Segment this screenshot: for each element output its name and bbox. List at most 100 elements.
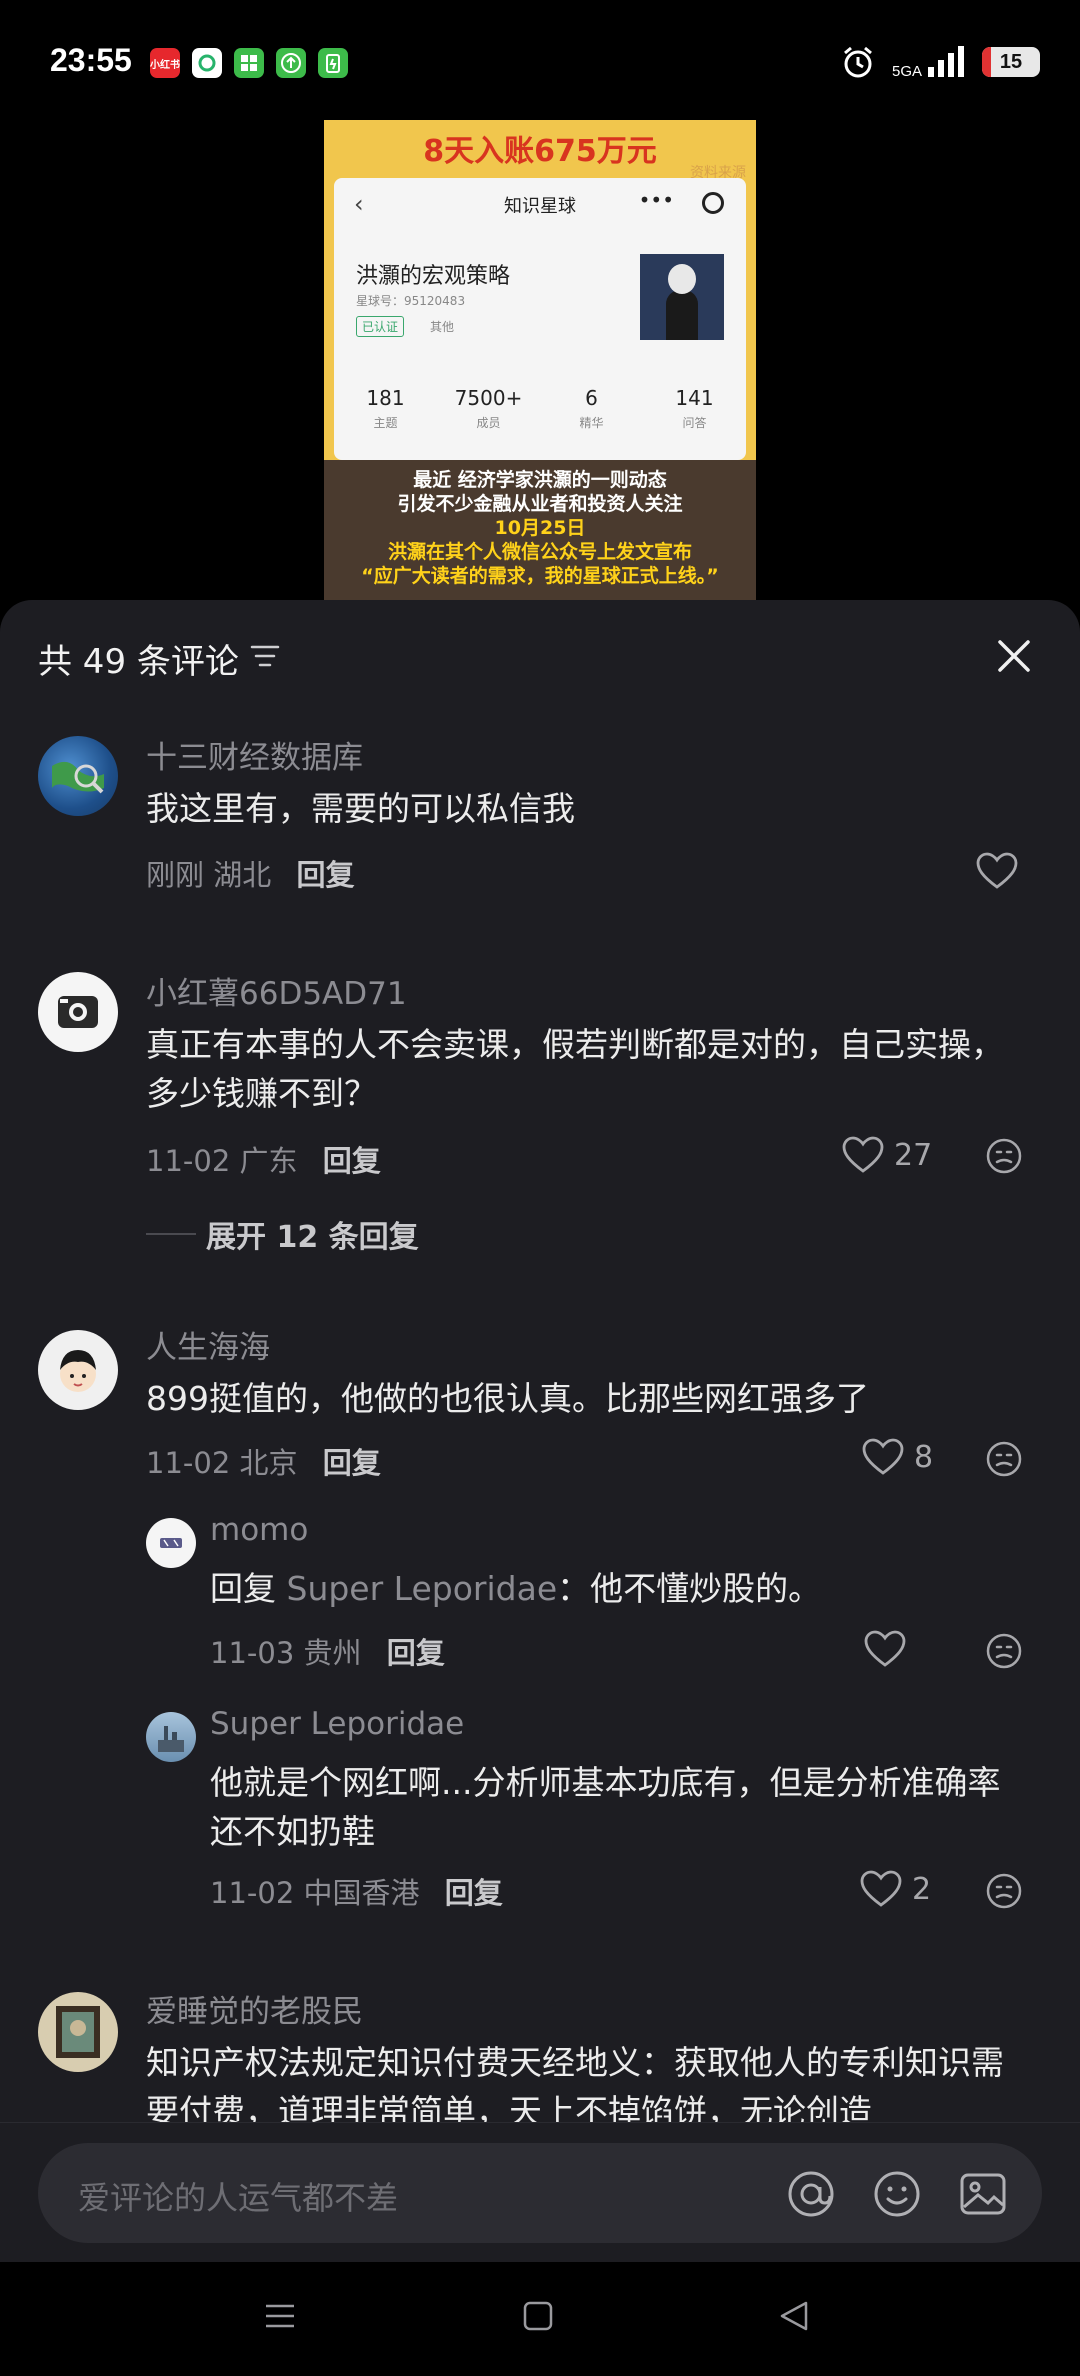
like-button[interactable] [864, 1630, 906, 1668]
dislike-icon[interactable] [985, 1872, 1023, 1910]
menu-nav-icon[interactable] [262, 2298, 298, 2334]
signal-icon [928, 46, 964, 77]
reply-meta: 11-03 贵州 回复 [210, 1630, 445, 1672]
comment-time: 刚刚 [146, 858, 205, 892]
comment-time: 11-02 [146, 1144, 231, 1178]
comment-sheet: 共 49 条评论 十三财经数据库 我这里有，需要的可以私信我 刚刚 湖北 回复 … [0, 600, 1080, 2262]
avatar[interactable] [146, 1712, 196, 1762]
reply-button[interactable]: 回复 [445, 1876, 503, 1910]
target-icon [702, 192, 724, 214]
comment-username[interactable]: 人生海海 [146, 1322, 270, 1367]
comment-location: 北京 [239, 1446, 298, 1480]
battery-indicator: 15 [982, 47, 1040, 77]
comment-text: 真正有本事的人不会卖课，假若判断都是对的，自己实操，多少钱赚不到？ [146, 1025, 1004, 1113]
battery-level: 15 [999, 50, 1023, 73]
like-count: 8 [914, 1439, 934, 1475]
comment-time: 11-02 [146, 1446, 231, 1480]
reply-target-username[interactable]: Super Leporidae [287, 1569, 558, 1608]
like-button[interactable]: 8 [862, 1438, 933, 1476]
mention-icon[interactable] [786, 2169, 836, 2219]
back-nav-icon[interactable] [776, 2298, 812, 2334]
like-count: 2 [912, 1871, 932, 1907]
planet-name: 洪灝的宏观策略 [356, 264, 511, 289]
status-time: 23:55 [50, 42, 132, 78]
reply-location: 中国香港 [303, 1876, 420, 1910]
like-count: 27 [894, 1137, 933, 1173]
caption-line: “应广大读者的需求，我的星球正式上线。” [361, 565, 719, 587]
xiaohongshu-icon: 小红书 [150, 48, 180, 78]
status-right: 5GA 15 [840, 44, 1040, 80]
reply-item: Super Leporidae 他就是个网红啊...分析师基本功底有，但是分析准… [0, 1706, 1080, 1950]
caption-line: 引发不少金融从业者和投资人关注 [397, 493, 683, 515]
sort-filter-icon[interactable] [250, 644, 280, 668]
status-bar: 23:55 小红书 5GA 15 [0, 0, 1080, 120]
system-nav-bar [0, 2262, 1080, 2376]
comment-text: 我这里有，需要的可以私信我 [146, 789, 575, 828]
heart-icon [862, 1438, 904, 1475]
dislike-icon[interactable] [985, 1632, 1023, 1670]
comment-item: 人生海海 899挺值的，他做的也很认真。比那些网红强多了 11-02 北京 回复… [0, 1320, 1080, 1500]
stat-essence: 6 精华 [579, 386, 604, 430]
close-icon[interactable] [994, 636, 1034, 676]
comment-meta: 刚刚 湖北 回复 [146, 852, 354, 894]
dislike-icon[interactable] [985, 1137, 1023, 1175]
heart-icon [976, 852, 1018, 889]
heart-icon [864, 1630, 906, 1667]
like-button[interactable]: 27 [842, 1136, 932, 1174]
reply-location: 贵州 [303, 1636, 362, 1670]
comment-input-bar: 爱评论的人运气都不差 [0, 2122, 1080, 2262]
network-label: 5GA [891, 63, 922, 80]
comment-input-placeholder: 爱评论的人运气都不差 [78, 2179, 399, 2217]
comment-input[interactable]: 爱评论的人运气都不差 [38, 2143, 1042, 2243]
comment-username[interactable]: 小红薯66D5AD71 [146, 968, 407, 1013]
reply-button[interactable]: 回复 [323, 1144, 381, 1178]
comment-location: 湖北 [213, 858, 272, 892]
reply-username[interactable]: momo [210, 1512, 308, 1548]
heart-icon [860, 1870, 902, 1907]
reply-username[interactable]: Super Leporidae [210, 1706, 464, 1742]
stat-qa: 141 问答 [675, 386, 714, 430]
reply-button[interactable]: 回复 [296, 858, 354, 892]
video-caption: 最近 经济学家洪灝的一则动态 引发不少金融从业者和投资人关注 10月25日 洪灝… [324, 460, 756, 600]
avatar[interactable] [38, 736, 118, 816]
dislike-icon[interactable] [985, 1440, 1023, 1478]
verified-badge: 已认证 [356, 316, 405, 337]
refresh-app-icon [192, 48, 222, 78]
reply-body: ：他不懂炒股的。 [557, 1569, 822, 1608]
avatar[interactable] [38, 1992, 118, 2072]
reply-button[interactable]: 回复 [387, 1636, 445, 1670]
divider-line [146, 1233, 196, 1235]
heart-icon [842, 1136, 884, 1173]
planet-category: 其他 [430, 320, 455, 334]
reply-text: 回复 Super Leporidae：他不懂炒股的。 [210, 1564, 1030, 1613]
expand-replies-button[interactable]: 展开 12 条回复 [146, 1212, 419, 1256]
alarm-icon [844, 46, 872, 78]
reply-time: 11-03 [210, 1636, 295, 1670]
planet-stats: 181 主题 7500+ 成员 6 精华 141 问答 [334, 386, 746, 431]
reply-button[interactable]: 回复 [323, 1446, 381, 1480]
caption-line: 10月25日 [494, 517, 586, 539]
like-button[interactable]: 2 [860, 1870, 931, 1908]
avatar[interactable] [38, 972, 118, 1052]
status-app-icons: 小红书 [150, 48, 348, 78]
avatar[interactable] [38, 1330, 118, 1410]
comment-meta: 11-02 北京 回复 [146, 1440, 381, 1482]
planet-avatar [640, 254, 724, 340]
expand-replies-label: 展开 12 条回复 [206, 1220, 419, 1255]
like-button[interactable] [976, 852, 1018, 890]
caption-line: 最近 经济学家洪灝的一则动态 [413, 469, 667, 491]
home-nav-icon[interactable] [520, 2298, 556, 2334]
avatar[interactable] [146, 1518, 196, 1568]
planet-card-title: 知识星球 [504, 196, 576, 217]
reply-time: 11-02 [210, 1876, 295, 1910]
planet-card-nav: ‹ 知识星球 ••• [334, 178, 746, 228]
comment-username[interactable]: 十三财经数据库 [146, 732, 363, 777]
emoji-icon[interactable] [872, 2169, 922, 2219]
stat-members: 7500+ 成员 [454, 386, 523, 430]
comment-username[interactable]: 爱睡觉的老股民 [146, 1986, 363, 2031]
battery-fill [982, 47, 991, 77]
comment-count-title: 共 49 条评论 [38, 642, 239, 682]
image-icon[interactable] [958, 2169, 1008, 2219]
video-preview[interactable]: 8天入账675万元 资料来源 ‹ 知识星球 ••• 洪灝的宏观策略 星球号：95… [324, 120, 756, 600]
sheet-header: 共 49 条评论 [0, 600, 1080, 710]
